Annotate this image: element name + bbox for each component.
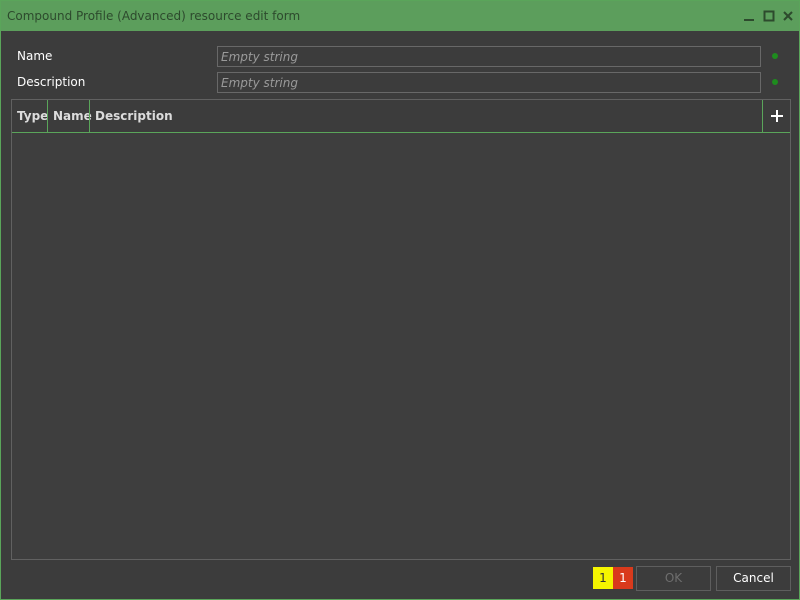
- title-bar[interactable]: Compound Profile (Advanced) resource edi…: [1, 1, 799, 31]
- close-icon: [783, 11, 793, 21]
- ok-button[interactable]: OK: [636, 566, 711, 591]
- column-header-description[interactable]: Description: [90, 100, 762, 132]
- name-label: Name: [17, 49, 53, 63]
- cancel-button[interactable]: Cancel: [716, 566, 791, 591]
- close-button[interactable]: [781, 9, 795, 23]
- description-input[interactable]: [217, 72, 761, 93]
- minimize-icon: [744, 19, 754, 21]
- warning-count-badge[interactable]: 1: [593, 567, 613, 589]
- grid-header: Type Name Description: [12, 100, 790, 133]
- name-status-indicator: [772, 53, 778, 59]
- description-label: Description: [17, 75, 86, 89]
- maximize-button[interactable]: [762, 9, 776, 23]
- add-row-button[interactable]: [765, 103, 789, 129]
- plus-icon: [771, 110, 783, 122]
- column-resize-handle[interactable]: [762, 100, 763, 132]
- column-header-type[interactable]: Type: [12, 100, 48, 132]
- column-header-name[interactable]: Name: [48, 100, 92, 132]
- minimize-button[interactable]: [742, 9, 756, 23]
- error-count-badge[interactable]: 1: [613, 567, 633, 589]
- members-grid[interactable]: Type Name Description: [11, 99, 791, 560]
- window-title: Compound Profile (Advanced) resource edi…: [7, 9, 301, 23]
- name-input[interactable]: [217, 46, 761, 67]
- description-status-indicator: [772, 79, 778, 85]
- maximize-icon: [763, 10, 775, 22]
- edit-form-window: Compound Profile (Advanced) resource edi…: [0, 0, 800, 600]
